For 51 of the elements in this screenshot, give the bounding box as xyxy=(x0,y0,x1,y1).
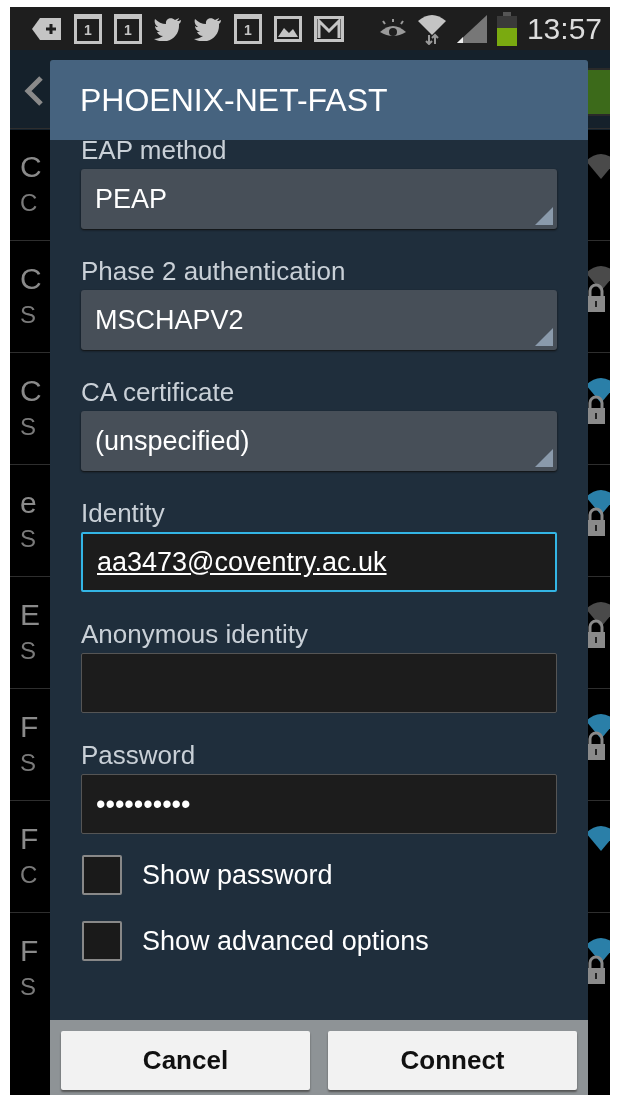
network-status: S xyxy=(20,972,36,1002)
field-label: Password xyxy=(81,739,197,772)
checkbox-label[interactable]: Show advanced options xyxy=(142,925,429,957)
bird-icon xyxy=(154,16,182,41)
calendar-icon: 1 xyxy=(114,13,142,44)
network-status: S xyxy=(20,748,36,778)
field-label: EAP method xyxy=(81,140,228,167)
dropdown-arrow-icon xyxy=(535,328,553,346)
input-field[interactable] xyxy=(81,653,557,713)
image-icon xyxy=(274,15,302,42)
field-label: Anonymous identity xyxy=(81,618,309,651)
network-name: e xyxy=(20,485,37,521)
network-status: C xyxy=(20,860,38,890)
calendar-icon: 1 xyxy=(234,13,262,44)
network-name: F xyxy=(20,709,39,745)
network-name: F xyxy=(20,821,39,857)
wifi-icon xyxy=(416,12,447,45)
field-label: Phase 2 authentication xyxy=(81,255,347,288)
field-label: Identity xyxy=(81,497,166,530)
network-status: S xyxy=(20,524,36,554)
plus-tag-icon xyxy=(32,16,62,41)
checkbox-label[interactable]: Show password xyxy=(142,859,333,891)
bird-icon xyxy=(194,16,222,41)
dropdown[interactable]: MSCHAPV2 xyxy=(81,290,557,350)
calendar-icon: 1 xyxy=(74,13,102,44)
network-status: S xyxy=(20,636,36,666)
signal-icon xyxy=(456,14,487,43)
network-name: C xyxy=(20,261,42,297)
checkbox[interactable] xyxy=(82,921,122,961)
network-name: F xyxy=(20,933,39,969)
mail-icon xyxy=(314,15,344,42)
field-label: CA certificate xyxy=(81,376,236,409)
dialog-title: PHOENIX-NET-FAST xyxy=(80,81,388,119)
connect-button[interactable]: Connect xyxy=(328,1031,577,1090)
checkbox[interactable] xyxy=(82,855,122,895)
network-status: S xyxy=(20,412,36,442)
input-field[interactable]: •••••••••• xyxy=(81,774,557,834)
cancel-button[interactable]: Cancel xyxy=(61,1031,310,1090)
dropdown[interactable]: (unspecified) xyxy=(81,411,557,471)
network-status: S xyxy=(20,300,36,330)
dropdown[interactable]: PEAP xyxy=(81,169,557,229)
network-name: E xyxy=(20,597,40,633)
clock-time: 13:57 xyxy=(526,11,602,46)
dropdown-arrow-icon xyxy=(535,449,553,467)
network-name: C xyxy=(20,373,42,409)
back-icon[interactable] xyxy=(24,76,44,106)
network-status: C xyxy=(20,188,38,218)
input-field[interactable]: aa3473@coventry.ac.uk xyxy=(81,532,557,592)
battery-icon xyxy=(496,11,517,46)
dropdown-arrow-icon xyxy=(535,207,553,225)
network-name: C xyxy=(20,149,42,185)
